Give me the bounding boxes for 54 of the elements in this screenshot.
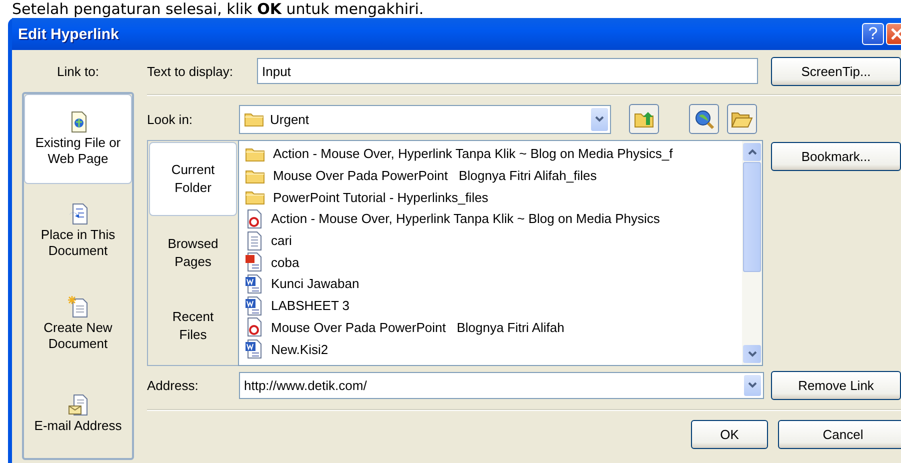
dialog-button[interactable]: Cancel — [778, 420, 901, 449]
look-in-dropdown[interactable]: Urgent — [239, 104, 611, 134]
bookmark-button[interactable]: Bookmark... — [771, 142, 901, 171]
file-name[interactable]: Kunci Jawaban — [271, 276, 360, 292]
file-name[interactable]: coba — [271, 254, 300, 270]
remove-link-button[interactable]: Remove Link — [771, 370, 901, 400]
folder-icon — [245, 189, 265, 206]
word-file-icon — [245, 274, 263, 294]
link-type-item[interactable]: Place in This Document — [24, 184, 132, 277]
file-name[interactable]: New.Kisi2 — [271, 342, 328, 357]
web-page-icon — [245, 317, 263, 338]
document-envelope-icon — [68, 394, 88, 416]
folder-icon — [245, 168, 265, 184]
text-to-display-field[interactable]: Input — [257, 58, 758, 84]
text-to-display-label: Text to display: — [147, 64, 234, 78]
folder-icon — [245, 146, 265, 162]
file-name[interactable]: PowerPoint Tutorial - Hyperlinks_files — [273, 190, 488, 205]
text-file-icon — [245, 230, 263, 251]
folder-icon — [244, 111, 264, 127]
word-file-icon — [245, 339, 263, 360]
open-folder-icon[interactable] — [727, 104, 757, 134]
web-page-icon — [245, 208, 263, 229]
chevron-up-icon[interactable] — [748, 149, 756, 155]
link-type-item[interactable]: E-mail Address — [24, 370, 132, 458]
globe-search-icon[interactable] — [689, 104, 719, 134]
chevron-down-icon[interactable] — [748, 382, 757, 388]
browse-tab[interactable]: Current Folder — [149, 142, 237, 216]
look-in-label: Look in: — [147, 112, 194, 126]
window-title: Edit Hyperlink — [18, 26, 120, 42]
scrollbar[interactable] — [742, 141, 762, 365]
browse-tab[interactable]: Recent Files — [149, 290, 237, 362]
chevron-down-icon[interactable] — [595, 116, 604, 122]
address-field[interactable]: http://www.detik.com/ — [239, 372, 764, 398]
file-name[interactable]: LABSHEET 3 — [271, 298, 350, 314]
instruction-text: Setelah pengaturan selesai, klik OK untuk mengakhiri. — [12, 0, 424, 18]
chevron-down-icon[interactable] — [748, 351, 756, 357]
file-name[interactable]: Action - Mouse Over, Hyperlink Tanpa Klik ~ Blog on Media Physics_f — [273, 146, 673, 162]
browse-tab[interactable]: Browsed Pages — [149, 216, 237, 290]
screentip-button[interactable]: ScreenTip... — [771, 56, 901, 86]
address-label: Address: — [147, 378, 200, 392]
slides-file-icon — [245, 252, 263, 272]
file-name[interactable]: Mouse Over Pada PowerPoint Blognya Fitri Alifah_files — [273, 168, 597, 184]
up-folder-icon[interactable] — [629, 104, 659, 134]
link-to-label: Link to: — [56, 62, 100, 80]
help-button[interactable]: ? — [862, 23, 884, 45]
file-name[interactable]: Mouse Over Pada PowerPoint Blognya Fitri Alifah — [271, 320, 564, 335]
dialog-button[interactable]: OK — [691, 420, 768, 449]
new-document-icon — [68, 296, 88, 318]
file-name[interactable]: Action - Mouse Over, Hyperlink Tanpa Klik ~ Blog on Media Physics — [271, 211, 660, 226]
word-file-icon — [245, 296, 263, 316]
file-name[interactable]: cari — [271, 233, 292, 248]
link-type-item[interactable]: Create New Document — [24, 277, 132, 370]
link-type-item[interactable]: Existing File or Web Page — [24, 94, 132, 184]
document-arrow-icon — [68, 202, 88, 224]
